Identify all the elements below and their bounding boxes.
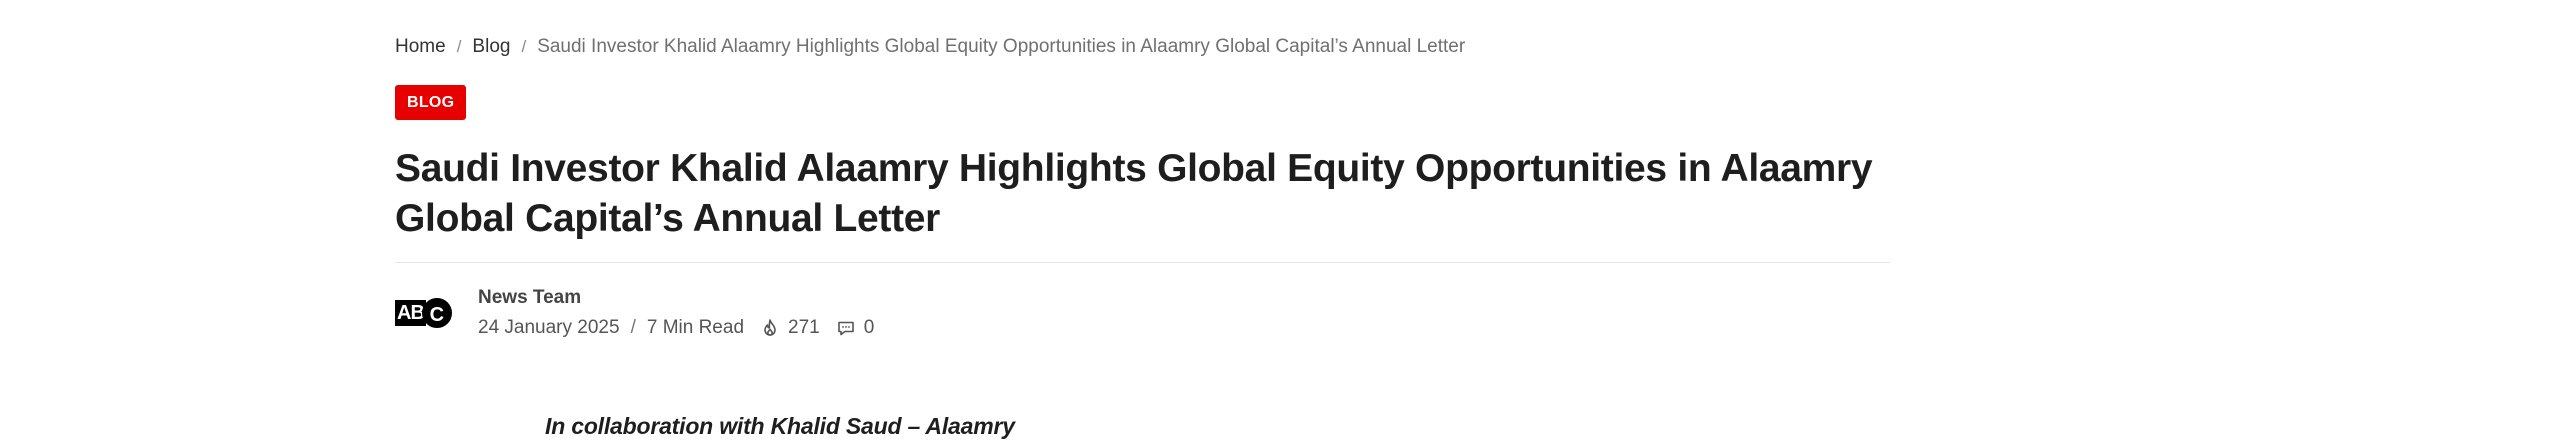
article-intro: In collaboration with Khalid Saud – Alaa… bbox=[545, 413, 1015, 439]
meta-separator: / bbox=[630, 317, 636, 338]
author-meta: AB C News Team 24 January 2025 / 7 Min R… bbox=[395, 286, 1195, 346]
divider bbox=[395, 262, 1890, 263]
comment-bubble-icon[interactable] bbox=[836, 318, 856, 338]
comment-count-link[interactable]: 0 bbox=[864, 316, 875, 340]
breadcrumb-separator: / bbox=[521, 37, 527, 56]
view-count: 271 bbox=[788, 317, 820, 338]
read-time: 7 Min Read bbox=[646, 317, 745, 338]
breadcrumb: Home / Blog / Saudi Investor Khalid Alaa… bbox=[395, 36, 1465, 58]
breadcrumb-home-link[interactable]: Home bbox=[395, 36, 446, 58]
page-title: Saudi Investor Khalid Alaamry Highlights… bbox=[395, 147, 1873, 240]
flame-icon bbox=[760, 318, 780, 338]
category-badge[interactable]: BLOG bbox=[395, 85, 467, 120]
post-meta: 24 January 2025 / 7 Min Read 271 0 bbox=[478, 316, 874, 340]
post-date: 24 January 2025 bbox=[478, 317, 620, 338]
breadcrumb-separator: / bbox=[456, 37, 462, 56]
breadcrumb-blog-link[interactable]: Blog bbox=[472, 36, 510, 58]
logo-text-circle: C bbox=[421, 298, 452, 328]
author-name-link[interactable]: News Team bbox=[478, 286, 581, 310]
breadcrumb-current: Saudi Investor Khalid Alaamry Highlights… bbox=[537, 36, 1466, 57]
author-logo[interactable]: AB C bbox=[395, 297, 461, 329]
